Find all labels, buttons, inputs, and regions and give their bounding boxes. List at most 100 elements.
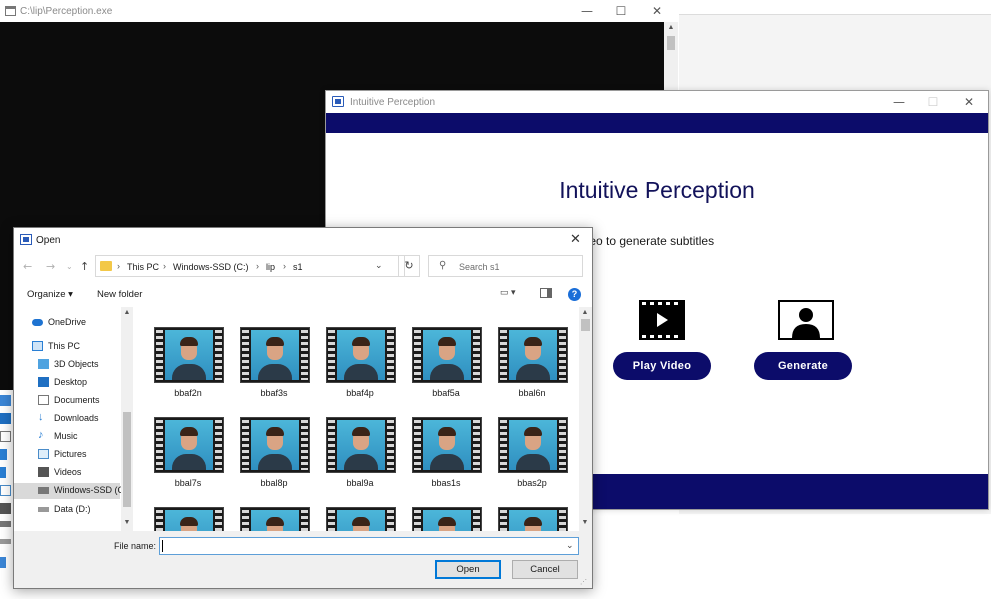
scrollbar-thumb[interactable] (123, 412, 131, 507)
close-button[interactable]: ✕ (956, 94, 982, 110)
drive-icon (0, 521, 11, 527)
drive-icon (38, 507, 49, 512)
preview-pane-icon[interactable] (540, 288, 552, 298)
scroll-up-arrow-icon[interactable]: ▲ (664, 24, 678, 31)
file-item[interactable]: bbas2p (494, 397, 570, 488)
forward-arrow-icon[interactable]: → (46, 260, 55, 273)
nav-item-this-pc[interactable]: This PC (32, 339, 120, 355)
dialog-titlebar[interactable]: Open ✕ (14, 228, 592, 252)
person-hair (438, 427, 456, 436)
scrollbar-thumb[interactable] (581, 319, 590, 331)
desktop-icon (38, 377, 49, 387)
breadcrumb-windows-ssd[interactable]: Windows-SSD (C:) (173, 262, 249, 272)
maximize-button[interactable]: ☐ (920, 94, 946, 110)
cube-icon (38, 359, 49, 369)
video-thumbnail (154, 507, 224, 531)
console-title: C:\lip\Perception.exe (20, 6, 113, 17)
thumbnail-frame (423, 510, 471, 531)
recent-locations-chevron-icon[interactable]: ⌄ (66, 262, 73, 271)
picture-icon (38, 449, 49, 459)
scroll-down-arrow-icon[interactable]: ▼ (122, 519, 132, 526)
search-input[interactable]: ⚲ Search s1 (428, 255, 583, 277)
nav-item-3d-objects[interactable]: 3D Objects (38, 357, 120, 373)
person-shoulders (258, 454, 292, 470)
file-item[interactable] (408, 487, 484, 531)
scroll-up-arrow-icon[interactable]: ▲ (122, 309, 132, 316)
breadcrumb-this-pc[interactable]: This PC (127, 262, 159, 272)
file-item[interactable] (494, 487, 570, 531)
file-item[interactable]: bbal9a (322, 397, 398, 488)
file-item[interactable]: bbal6n (494, 307, 570, 398)
navigation-pane-scrollbar[interactable]: ▲ ▼ (121, 307, 133, 531)
chevron-down-icon[interactable]: ⌄ (566, 540, 574, 551)
chevron-down-icon[interactable]: ⌄ (375, 260, 383, 271)
new-folder-button[interactable]: New folder (97, 289, 142, 300)
breadcrumb-separator-icon: › (163, 261, 166, 271)
app-heading: Intuitive Perception (559, 177, 755, 203)
play-video-button[interactable]: Play Video (613, 352, 711, 380)
minimize-button[interactable]: — (886, 94, 912, 110)
nav-item-downloads[interactable]: ↓ Downloads (38, 411, 120, 427)
address-bar[interactable]: › This PC › Windows-SSD (C:) › lip › s1 … (95, 255, 405, 277)
file-item[interactable]: bbal8p (236, 397, 312, 488)
video-thumbnail (240, 507, 310, 531)
generate-button[interactable]: Generate (754, 352, 852, 380)
nav-item-videos[interactable]: Videos (38, 465, 120, 481)
maximize-button[interactable]: ☐ (608, 3, 634, 19)
nav-item-documents[interactable]: Documents (38, 393, 120, 409)
ip-titlebar[interactable]: Intuitive Perception — ☐ ✕ (326, 91, 988, 113)
file-item[interactable]: bbaf2n (150, 307, 226, 398)
file-grid-scrollbar[interactable]: ▲ ▼ (579, 307, 592, 531)
breadcrumb-s1[interactable]: s1 (293, 262, 303, 272)
nav-item-windows-ssd[interactable]: Windows-SSD (C (14, 483, 124, 499)
file-item[interactable]: bbas1s (408, 397, 484, 488)
nav-item-data-d[interactable]: Data (D:) (38, 502, 120, 518)
film-sprocket (156, 510, 163, 531)
console-titlebar[interactable]: C:\lip\Perception.exe — ☐ ✕ (0, 0, 678, 22)
film-sprocket (242, 510, 249, 531)
nav-item-pictures[interactable]: Pictures (38, 447, 120, 463)
scrollbar-thumb[interactable] (667, 36, 675, 50)
refresh-button[interactable]: ↻ (398, 255, 420, 277)
scroll-up-arrow-icon[interactable]: ▲ (580, 309, 590, 316)
film-sprocket (328, 510, 335, 531)
video-icon (0, 503, 11, 514)
file-item[interactable]: bbaf5a (408, 307, 484, 398)
file-item[interactable]: bbaf4p (322, 307, 398, 398)
open-button[interactable]: Open (435, 560, 501, 579)
file-item[interactable] (150, 487, 226, 531)
cancel-button[interactable]: Cancel (512, 560, 578, 579)
close-button[interactable]: ✕ (570, 232, 581, 247)
open-file-dialog[interactable]: Open ✕ ← → ⌄ ↑ › This PC › Windows-SSD (… (13, 227, 593, 589)
file-item[interactable]: bbal7s (150, 397, 226, 488)
film-sprocket (328, 330, 335, 380)
thumbnail-frame (251, 420, 299, 470)
file-name-input[interactable] (159, 537, 579, 555)
close-button[interactable]: ✕ (644, 3, 670, 19)
scroll-down-arrow-icon[interactable]: ▼ (580, 519, 590, 526)
help-icon[interactable]: ? (568, 288, 581, 301)
up-arrow-icon[interactable]: ↑ (80, 260, 89, 273)
thumbnail-frame (337, 330, 385, 380)
thumbnail-frame (509, 510, 557, 531)
nav-item-music[interactable]: ♪ Music (38, 429, 120, 445)
breadcrumb-lip[interactable]: lip (266, 262, 275, 272)
thumbnail-frame (251, 510, 299, 531)
organize-button[interactable]: Organize ▾ (27, 289, 73, 300)
file-item[interactable]: bbaf3s (236, 307, 312, 398)
film-sprocket (414, 330, 421, 380)
thumbnail-frame (165, 330, 213, 380)
nav-item-onedrive[interactable]: OneDrive (32, 315, 120, 331)
file-item[interactable] (236, 487, 312, 531)
film-sprocket (215, 330, 222, 380)
person-hair (352, 427, 370, 436)
resize-grip-icon[interactable]: ⋰ (580, 578, 587, 586)
back-arrow-icon[interactable]: ← (23, 260, 32, 273)
film-sprocket (414, 420, 421, 470)
person-hair (438, 337, 456, 346)
nav-item-desktop[interactable]: Desktop (38, 375, 120, 391)
file-item[interactable] (322, 487, 398, 531)
film-sprocket (387, 330, 394, 380)
minimize-button[interactable]: — (574, 3, 600, 19)
change-view-icon[interactable]: ▭ ▾ (500, 287, 516, 298)
